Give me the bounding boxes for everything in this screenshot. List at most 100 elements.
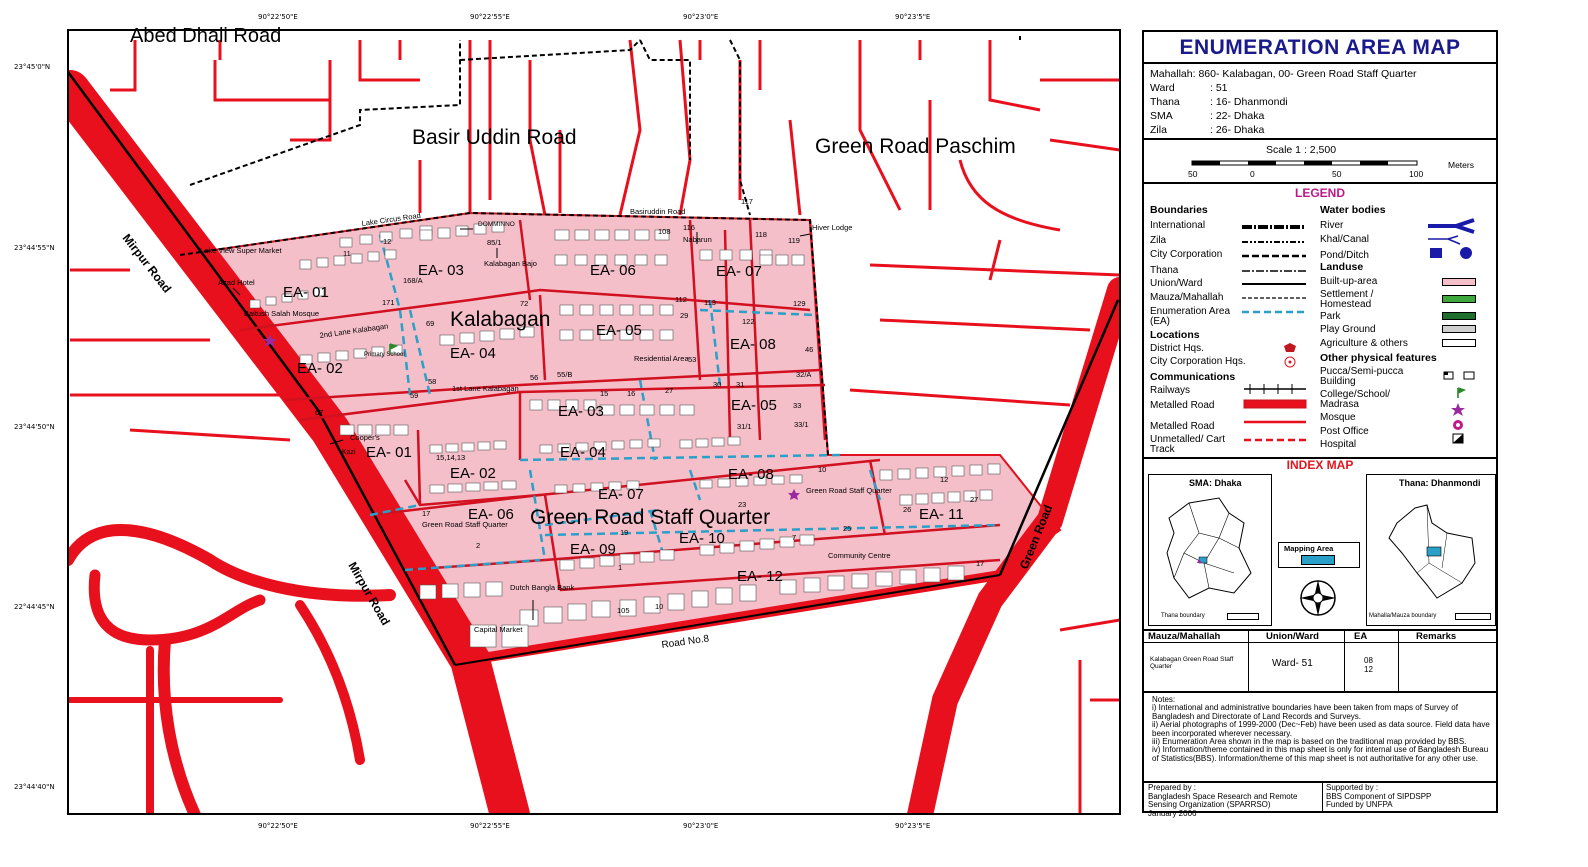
ea-north-06: EA- 06: [590, 262, 636, 279]
building: [339, 237, 353, 248]
building: [711, 437, 725, 447]
building: [634, 254, 648, 266]
note-item: i) International and administrative boun…: [1152, 703, 1458, 721]
thana-outline: [1388, 504, 1476, 599]
place-azad-hotel: Azad Hotel: [218, 278, 255, 287]
meta-key: Zila: [1150, 124, 1167, 136]
building: [647, 438, 661, 448]
building: [679, 404, 695, 416]
building: [923, 567, 941, 583]
legend-boundaries-heading: Boundaries: [1150, 204, 1208, 216]
place-baitush-mosque: Baitush Salah Mosque: [244, 309, 319, 318]
svg-text:32/A: 32/A: [796, 370, 811, 379]
index-map-sma: SMA: Dhaka Thana boundary: [1148, 474, 1272, 626]
index-thana-title: Thana: Dhanmondi: [1399, 478, 1481, 488]
table-header-remarks: Remarks: [1416, 631, 1457, 642]
svg-text:129: 129: [793, 299, 806, 308]
building: [399, 228, 413, 239]
index-sma-title: SMA: Dhaka: [1189, 478, 1242, 488]
funded-by: Funded by UNFPA: [1326, 800, 1393, 809]
legend-item: Pucca/Semi-pucca Building: [1320, 366, 1404, 387]
ea-south-09: EA- 09: [570, 541, 616, 558]
building: [429, 484, 445, 494]
ea-north-07: EA- 07: [716, 263, 762, 280]
svg-text:108: 108: [658, 227, 671, 236]
scale-unit: Meters: [1448, 160, 1474, 170]
legend-item: Play Ground: [1320, 324, 1376, 335]
place-capital-market: Capital Market: [474, 625, 523, 634]
svg-text:122: 122: [742, 317, 755, 326]
building: [614, 229, 630, 241]
building: [567, 603, 587, 621]
svg-text:85/1: 85/1: [487, 238, 502, 247]
svg-text:12: 12: [940, 475, 948, 484]
scale-label: Scale 1 : 2,500: [1266, 144, 1337, 156]
swatch-playground: [1442, 325, 1476, 333]
swatch-agriculture: [1442, 339, 1476, 347]
svg-text:55/B: 55/B: [557, 370, 572, 379]
building: [493, 440, 507, 450]
legend-water-heading: Water bodies: [1320, 204, 1386, 216]
svg-text:168/A: 168/A: [403, 276, 423, 285]
legend-item: Khal/Canal: [1320, 234, 1369, 245]
building: [789, 474, 803, 484]
building: [667, 593, 685, 611]
map-area[interactable]: 90°22'50"E 90°22'55"E 90°23'0"E 90°23'5"…: [0, 0, 1130, 867]
legend-item: Enumeration Area (EA): [1150, 306, 1231, 327]
ea-south-06: EA- 06: [468, 506, 514, 523]
svg-text:53: 53: [688, 355, 696, 364]
building: [699, 249, 713, 261]
building: [465, 482, 481, 492]
building: [987, 463, 1001, 475]
meta-row-thana: Thana: 16- Dhanmondi: [1150, 96, 1288, 108]
building: [579, 329, 594, 341]
building: [947, 565, 965, 581]
building: [316, 257, 329, 268]
comm-symbols: [1243, 384, 1307, 442]
caption-swatch: [1455, 613, 1491, 620]
building: [915, 467, 929, 479]
ea-south-07: EA- 07: [598, 486, 644, 503]
legend-item: Built-up-area: [1320, 276, 1378, 287]
building: [639, 304, 654, 316]
place-hiver-lodge: Hiver Lodge: [812, 223, 852, 232]
building: [691, 590, 709, 608]
swatch-settlement: [1442, 295, 1476, 303]
credit-divider: [1322, 781, 1323, 813]
svg-text:1: 1: [618, 563, 622, 572]
place-kazi: Kazi: [342, 449, 356, 456]
building: [619, 304, 634, 316]
building: [501, 480, 517, 490]
building: [437, 227, 451, 239]
divider: [1144, 182, 1496, 184]
svg-text:27: 27: [665, 386, 673, 395]
prepared-org: Bangladesh Space Research and Remote Sen…: [1148, 791, 1298, 809]
location-symbols: [1284, 343, 1296, 368]
building: [393, 424, 409, 436]
building: [461, 442, 475, 452]
north-arrow-icon: [1300, 580, 1336, 616]
sma-outline: [1166, 497, 1252, 599]
place-kalabagan-bajo: Kalabagan Bajo: [484, 259, 537, 268]
ea-north-05: EA- 05: [596, 322, 642, 339]
legend-other-heading: Other physical features: [1320, 352, 1437, 364]
svg-text:2: 2: [476, 541, 480, 550]
building: [419, 584, 437, 600]
legend-item: International: [1150, 220, 1206, 231]
index-map-thana: Thana: Dhanmondi Mahalla/Mauza boundary: [1366, 474, 1496, 626]
ea-south-12: EA- 12: [737, 568, 783, 585]
svg-text:118: 118: [755, 230, 767, 239]
place-community-centre: Community Centre: [828, 551, 891, 560]
legend-item: Mosque: [1320, 412, 1356, 423]
building: [554, 229, 570, 241]
svg-text:112: 112: [675, 295, 687, 304]
building: [639, 551, 655, 563]
building: [827, 575, 845, 591]
svg-text:27: 27: [970, 495, 978, 504]
building: [739, 249, 753, 261]
building: [579, 304, 594, 316]
building: [554, 484, 568, 494]
building: [654, 254, 668, 266]
table-cell-ea: 08 12: [1364, 656, 1373, 674]
legend-title: LEGEND: [1294, 186, 1345, 200]
